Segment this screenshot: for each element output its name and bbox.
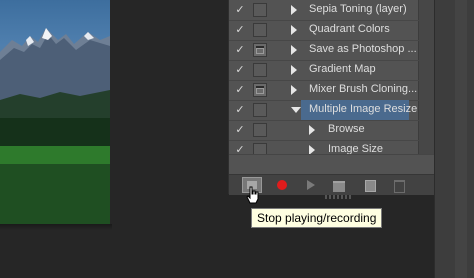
hand-cursor-icon: [246, 186, 259, 204]
play-icon[interactable]: [300, 177, 320, 193]
expand-triangle-icon[interactable]: [291, 85, 297, 95]
actions-panel: ✓ Sepia Toning (layer) ✓ Quadrant Colors ✓ Sa…: [228, 0, 436, 199]
action-label: Multiple Image Resize: [309, 103, 418, 115]
actions-list: ✓ Sepia Toning (layer) ✓ Quadrant Colors ✓ Sa…: [229, 0, 435, 161]
expand-triangle-icon[interactable]: [291, 65, 297, 75]
record-icon[interactable]: [271, 177, 291, 193]
toggle-item-checkmark-icon[interactable]: ✓: [233, 62, 247, 78]
toggle-dialog-icon[interactable]: [253, 103, 267, 117]
toggle-dialog-icon[interactable]: [253, 23, 267, 37]
panel-resize-grip[interactable]: [325, 195, 353, 199]
action-label: Browse: [328, 123, 365, 135]
folder-icon[interactable]: [329, 177, 349, 193]
toggle-dialog-icon[interactable]: [253, 123, 267, 137]
document-canvas-image: [0, 0, 110, 224]
action-label: Gradient Map: [309, 63, 376, 75]
expand-triangle-icon[interactable]: [309, 125, 315, 135]
expand-triangle-icon[interactable]: [291, 25, 297, 35]
action-row[interactable]: ✓ Save as Photoshop ...: [229, 40, 435, 61]
right-dock: [434, 0, 474, 278]
toggle-dialog-icon[interactable]: [253, 3, 267, 17]
action-label: Mixer Brush Cloning...: [309, 83, 418, 95]
toggle-item-checkmark-icon[interactable]: ✓: [233, 82, 247, 98]
expand-triangle-icon[interactable]: [291, 5, 297, 15]
toggle-dialog-icon[interactable]: [253, 83, 267, 97]
action-label: Quadrant Colors: [309, 23, 390, 35]
new-action-icon[interactable]: [360, 177, 380, 193]
toggle-item-checkmark-icon[interactable]: ✓: [233, 42, 247, 58]
action-row[interactable]: ✓ Browse: [229, 120, 435, 141]
toggle-dialog-icon[interactable]: [253, 43, 267, 57]
panel-empty-area: [229, 154, 435, 175]
toggle-item-checkmark-icon[interactable]: ✓: [233, 22, 247, 38]
tooltip: Stop playing/recording: [251, 208, 383, 228]
action-row[interactable]: ✓ Gradient Map: [229, 60, 435, 81]
toggle-item-checkmark-icon[interactable]: ✓: [233, 102, 247, 118]
action-row[interactable]: ✓ Sepia Toning (layer): [229, 0, 435, 21]
expand-triangle-icon[interactable]: [291, 45, 297, 55]
dock-scroll-strip[interactable]: [455, 0, 467, 278]
toggle-dialog-icon[interactable]: [253, 63, 267, 77]
action-label: Sepia Toning (layer): [309, 3, 407, 15]
canvas-shadow: [0, 224, 112, 230]
collapse-triangle-icon[interactable]: [291, 107, 301, 113]
action-label: Save as Photoshop ...: [309, 43, 417, 55]
action-row[interactable]: ✓ Quadrant Colors: [229, 20, 435, 41]
action-row[interactable]: ✓ Mixer Brush Cloning...: [229, 80, 435, 101]
toggle-item-checkmark-icon[interactable]: ✓: [233, 2, 247, 18]
trash-icon[interactable]: [389, 177, 409, 193]
toggle-item-checkmark-icon[interactable]: ✓: [233, 122, 247, 138]
action-row[interactable]: ✓ Multiple Image Resize: [229, 100, 435, 121]
